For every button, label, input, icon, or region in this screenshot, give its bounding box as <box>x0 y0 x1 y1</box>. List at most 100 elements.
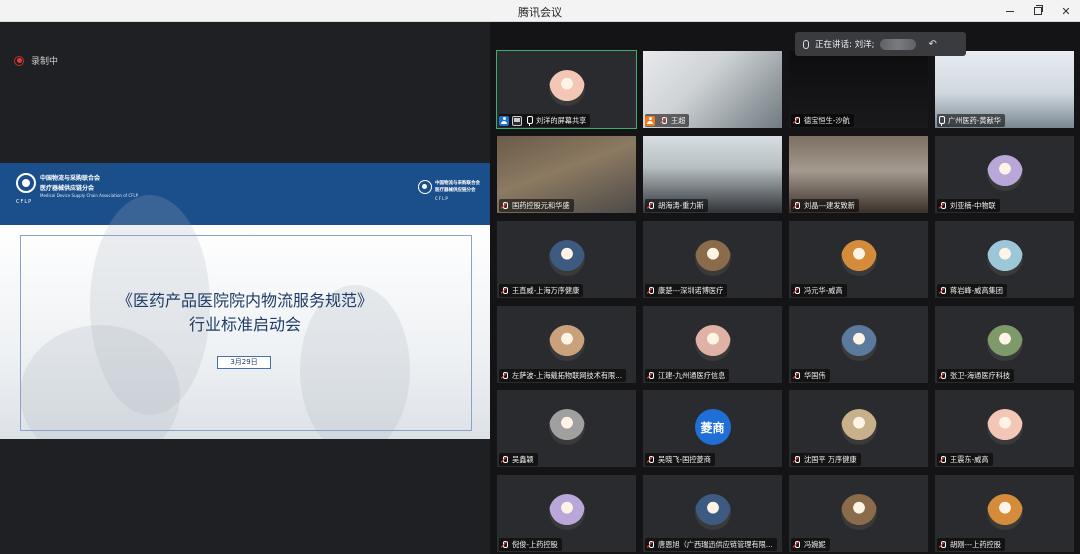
mic-muted-icon <box>791 540 801 550</box>
participant-name: 王超 <box>671 115 686 125</box>
participant-avatar <box>986 494 1023 530</box>
participant-label: 康楚---深圳诺博医疗 <box>645 284 728 297</box>
participant-tile[interactable]: 王直威-上海万序健康 <box>497 221 636 298</box>
participant-label: 胡刚---上药控股 <box>937 538 1005 551</box>
participant-gallery: 刘洋的屏幕共享 王超 德宝恒生-沙航 广州医药-黄献华国药控股元和华盛 胡海涛-重力斯 刘… <box>490 22 1080 554</box>
window-title: 腾讯会议 <box>518 6 562 19</box>
participant-tile[interactable]: 冯元华-威高 <box>789 221 928 298</box>
participant-label: 吴晓飞-国控菱商 <box>645 453 715 466</box>
org-line1: 中国物流与采购联合会 <box>40 175 101 182</box>
participant-label: 唐恩旭（广西瑞迅供应链管理有限... <box>645 538 777 551</box>
participant-name: 刘晶---建发致新 <box>804 200 855 210</box>
host-icon <box>645 115 655 126</box>
participant-tile[interactable]: 蒋岩峰-威高集团 <box>935 221 1074 298</box>
participant-label: 吴鑫颖 <box>499 453 538 466</box>
participant-name: 冯婉妮 <box>804 539 826 549</box>
participant-label: 王震东-威高 <box>937 453 993 466</box>
microphone-icon <box>937 115 945 126</box>
participant-label: 刘亚楠-中物联 <box>937 199 1000 212</box>
participant-tile[interactable]: 胡刚---上药控股 <box>935 475 1074 552</box>
participant-label: 德宝恒生-沙航 <box>791 114 854 127</box>
participant-avatar <box>548 409 585 445</box>
participant-name: 江建-九州通医疗信息 <box>658 370 726 380</box>
participant-avatar <box>694 240 731 276</box>
participant-tile[interactable]: 康楚---深圳诺博医疗 <box>643 221 782 298</box>
participant-tile[interactable]: 王震东-威高 <box>935 390 1074 467</box>
participant-tile[interactable]: 刘晶---建发致新 <box>789 136 928 213</box>
collapse-icon[interactable]: ↶ <box>928 39 936 50</box>
participant-name: 国药控股元和华盛 <box>512 200 570 210</box>
participant-avatar <box>840 325 877 361</box>
participant-avatar <box>840 409 877 445</box>
participant-tile[interactable]: 国药控股元和华盛 <box>497 136 636 213</box>
participant-name: 吴晓飞-国控菱商 <box>658 454 711 464</box>
participant-tile[interactable]: 左萨波-上海戴拓物联网技术有限... <box>497 306 636 383</box>
participant-tile[interactable]: 华国伟 <box>789 306 928 383</box>
close-icon[interactable]: ✕ <box>1052 0 1080 22</box>
participant-label: 江建-九州通医疗信息 <box>645 369 730 382</box>
minimize-icon[interactable] <box>996 0 1024 22</box>
participant-tile[interactable]: 沈国平 万序健康 <box>789 390 928 467</box>
participant-tile[interactable]: 冯婉妮 <box>789 475 928 552</box>
participant-avatar <box>840 240 877 276</box>
participant-name: 德宝恒生-沙航 <box>804 115 850 125</box>
mic-muted-icon <box>791 116 801 126</box>
participant-name: 沈国平 万序健康 <box>804 454 857 464</box>
participant-tile[interactable]: 吴鑫颖 <box>497 390 636 467</box>
participant-tile[interactable]: 唐恩旭（广西瑞迅供应链管理有限... <box>643 475 782 552</box>
mic-muted-icon <box>499 286 509 296</box>
mic-muted-icon <box>937 371 947 381</box>
screen-share-area: 录制中 中国物流与采购联合会 医疗器械供应链分会 Medical Device … <box>0 22 490 554</box>
mic-muted-icon <box>791 455 801 465</box>
participant-name: 王震东-威高 <box>950 454 989 464</box>
shared-slide: 中国物流与采购联合会 医疗器械供应链分会 Medical Device Supp… <box>0 163 490 439</box>
slide-banner: 中国物流与采购联合会 医疗器械供应链分会 Medical Device Supp… <box>0 163 490 225</box>
participant-tile[interactable]: 张卫-海通医疗科技 <box>935 306 1074 383</box>
participant-tile[interactable]: 刘洋的屏幕共享 <box>496 50 637 129</box>
participant-tile[interactable]: 刘亚楠-中物联 <box>935 136 1074 213</box>
participant-name: 康楚---深圳诺博医疗 <box>658 285 724 295</box>
participant-name: 王直威-上海万序健康 <box>512 285 580 295</box>
brand-text: CFLP <box>16 199 33 205</box>
mic-muted-icon <box>937 286 947 296</box>
participant-name: 刘洋的屏幕共享 <box>536 115 587 125</box>
participant-tile[interactable]: 倪俊-上药控股 <box>497 475 636 552</box>
participant-avatar: 菱商 <box>694 409 731 445</box>
participant-label: 广州医药-黄献华 <box>937 114 1005 127</box>
participant-label: 沈国平 万序健康 <box>791 453 861 466</box>
participant-label: 蒋岩峰-威高集团 <box>937 284 1007 297</box>
recording-indicator[interactable]: 录制中 <box>14 54 58 67</box>
participant-tile[interactable]: 胡海涛-重力斯 <box>643 136 782 213</box>
slide-body: 《医药产品医院院内物流服务规范》 行业标准启动会 3月29日 <box>0 195 490 439</box>
restore-icon[interactable] <box>1024 0 1052 22</box>
mic-muted-icon <box>791 286 801 296</box>
mic-muted-icon <box>499 455 509 465</box>
participant-tile[interactable]: 江建-九州通医疗信息 <box>643 306 782 383</box>
speaking-indicator[interactable]: 正在讲话: 刘洋; ↶ <box>795 32 966 56</box>
participant-tile[interactable]: 广州医药-黄献华 <box>935 51 1074 128</box>
participant-avatar <box>694 494 731 530</box>
mic-muted-icon <box>791 201 801 211</box>
participant-name: 吴鑫颖 <box>512 454 534 464</box>
participant-avatar <box>548 240 585 276</box>
microphone-icon <box>525 115 533 126</box>
brand-text-small: CFLP <box>435 196 449 201</box>
participant-name: 张卫-海通医疗科技 <box>950 370 1011 380</box>
participant-name: 刘亚楠-中物联 <box>950 200 996 210</box>
org-line1-small: 中国物流与采购联合会 <box>435 181 480 186</box>
participant-tile[interactable]: 王超 <box>643 51 782 128</box>
cflp-logo: 中国物流与采购联合会 医疗器械供应链分会 Medical Device Supp… <box>16 173 138 198</box>
participant-avatar <box>986 240 1023 276</box>
participant-name: 冯元华-威高 <box>804 285 843 295</box>
mic-muted-icon <box>937 540 947 550</box>
person-icon <box>499 115 509 126</box>
participant-avatar <box>548 325 585 361</box>
participant-tile[interactable]: 德宝恒生-沙航 <box>789 51 928 128</box>
participant-avatar <box>548 494 585 530</box>
mic-muted-icon <box>658 116 668 126</box>
participant-label: 倪俊-上药控股 <box>499 538 562 551</box>
participant-label: 胡海涛-重力斯 <box>645 199 708 212</box>
participant-label: 刘晶---建发致新 <box>791 199 859 212</box>
participant-name: 胡海涛-重力斯 <box>658 200 704 210</box>
participant-tile[interactable]: 菱商吴晓飞-国控菱商 <box>643 390 782 467</box>
